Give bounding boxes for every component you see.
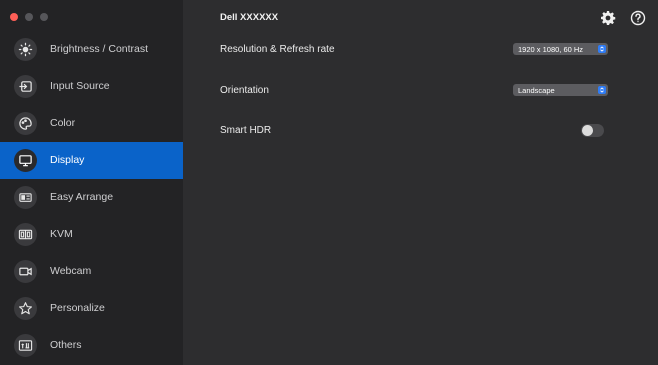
sidebar-item-brightness-contrast[interactable]: Brightness / Contrast xyxy=(0,31,183,68)
orientation-label: Orientation xyxy=(220,85,269,96)
sidebar-item-personalize[interactable]: Personalize xyxy=(0,290,183,327)
sidebar-item-label: Webcam xyxy=(50,265,92,277)
sidebar-item-others[interactable]: Others xyxy=(0,327,183,364)
kvm-icon xyxy=(14,223,37,246)
sidebar-item-label: Personalize xyxy=(50,302,105,314)
close-window-button[interactable] xyxy=(10,13,18,21)
resolution-label: Resolution & Refresh rate xyxy=(220,44,335,55)
palette-icon xyxy=(14,112,37,135)
sidebar-item-easy-arrange[interactable]: Easy Arrange xyxy=(0,179,183,216)
easy-arrange-icon xyxy=(14,186,37,209)
star-icon xyxy=(14,297,37,320)
orientation-value: Landscape xyxy=(518,85,555,95)
sidebar-item-label: Color xyxy=(50,117,76,129)
smart-hdr-label: Smart HDR xyxy=(220,125,272,136)
sidebar-item-kvm[interactable]: KVM xyxy=(0,216,183,253)
sidebar-item-color[interactable]: Color xyxy=(0,105,183,142)
window-controls xyxy=(10,13,48,21)
monitor-icon xyxy=(14,149,37,172)
monitor-model-title: Dell XXXXXX xyxy=(220,12,279,23)
sidebar-item-label: KVM xyxy=(50,228,73,240)
sidebar-item-input-source[interactable]: Input Source xyxy=(0,68,183,105)
gear-icon[interactable] xyxy=(600,10,616,26)
webcam-icon xyxy=(14,260,37,283)
zoom-window-button[interactable] xyxy=(40,13,48,21)
main-panel: Dell XXXXXX Resolution & Refresh rate 19… xyxy=(183,0,658,365)
chevron-up-down-icon xyxy=(598,45,606,53)
minimize-window-button[interactable] xyxy=(25,13,33,21)
sidebar-item-label: Others xyxy=(50,339,82,351)
sidebar-item-display[interactable]: Display xyxy=(0,142,183,179)
orientation-select[interactable]: Landscape xyxy=(513,84,608,96)
chevron-up-down-icon xyxy=(598,86,606,94)
sidebar-item-label: Brightness / Contrast xyxy=(50,43,149,55)
sidebar-item-label: Input Source xyxy=(50,80,110,92)
help-icon[interactable] xyxy=(630,10,646,26)
sidebar-item-label: Easy Arrange xyxy=(50,191,114,203)
input-source-icon xyxy=(14,75,37,98)
smart-hdr-toggle[interactable] xyxy=(581,124,604,137)
sidebar-item-webcam[interactable]: Webcam xyxy=(0,253,183,290)
resolution-value: 1920 x 1080, 60 Hz xyxy=(518,44,584,54)
sidebar-item-label: Display xyxy=(50,154,85,166)
sun-icon xyxy=(14,38,37,61)
resolution-select[interactable]: 1920 x 1080, 60 Hz xyxy=(513,43,608,55)
others-icon xyxy=(14,334,37,357)
sidebar-nav: Brightness / Contrast Input Source Color… xyxy=(0,31,183,364)
sidebar: Brightness / Contrast Input Source Color… xyxy=(0,0,183,365)
toggle-knob xyxy=(582,125,593,136)
